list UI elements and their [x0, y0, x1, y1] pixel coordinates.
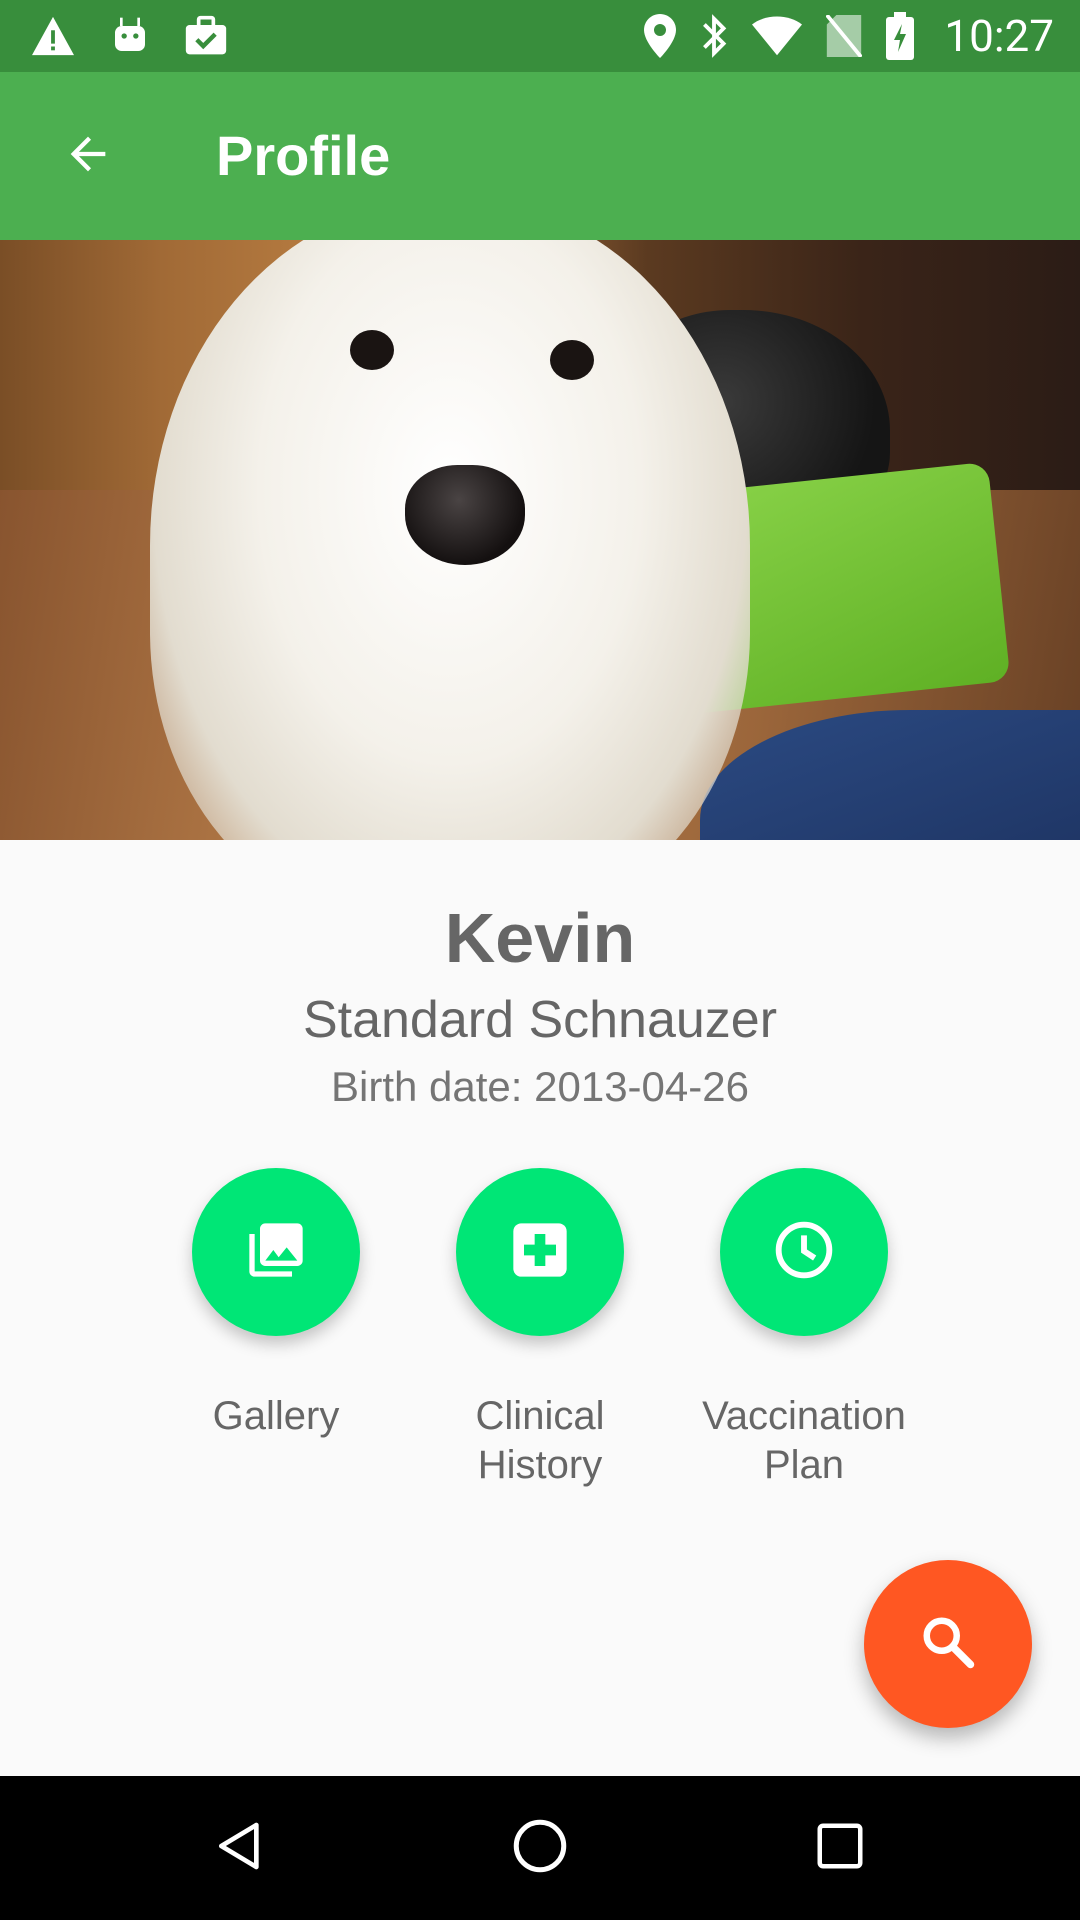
medical-cross-icon [508, 1218, 572, 1287]
status-bar: 10:27 [0, 0, 1080, 72]
status-right-icons: 10:27 [644, 0, 1054, 72]
pet-photo [0, 240, 1080, 840]
status-time: 10:27 [944, 10, 1054, 62]
vaccination-plan-action: Vaccination Plan [684, 1168, 924, 1490]
battery-charging-icon [886, 12, 915, 60]
no-sim-icon [826, 15, 863, 57]
android-icon [110, 16, 150, 56]
clock-icon [772, 1218, 836, 1287]
nav-home-button[interactable] [480, 1800, 600, 1896]
status-left-icons [30, 0, 228, 72]
vaccination-plan-label: Vaccination Plan [702, 1394, 906, 1487]
warning-icon [30, 15, 76, 57]
pet-breed: Standard Schnauzer [302, 991, 778, 1049]
page-title: Profile [216, 124, 391, 187]
nav-recents-button[interactable] [780, 1800, 900, 1896]
photo-library-icon [244, 1218, 308, 1287]
back-triangle-icon [212, 1818, 268, 1879]
clinical-history-label: Clinical History [475, 1394, 605, 1487]
pet-birth-date: Birth date: 2013-04-26 [331, 1063, 749, 1110]
search-fab[interactable] [864, 1560, 1032, 1728]
nav-back-button[interactable] [180, 1800, 300, 1896]
home-circle-icon [510, 1816, 570, 1881]
vaccination-plan-button[interactable] [720, 1168, 888, 1336]
bluetooth-icon [700, 13, 728, 59]
pet-name: Kevin [444, 899, 636, 977]
briefcase-check-icon [184, 15, 228, 57]
recents-square-icon [813, 1819, 867, 1878]
gallery-button[interactable] [192, 1168, 360, 1336]
gallery-label: Gallery [212, 1394, 340, 1438]
app-bar: Profile [0, 72, 1080, 240]
back-button[interactable] [40, 108, 136, 204]
clinical-history-button[interactable] [456, 1168, 624, 1336]
arrow-back-icon [62, 128, 114, 185]
navigation-bar [0, 1776, 1080, 1920]
clinical-history-action: Clinical History [420, 1168, 660, 1490]
search-icon [918, 1612, 978, 1677]
gallery-action: Gallery [156, 1168, 396, 1441]
wifi-icon [752, 16, 803, 56]
location-icon [644, 14, 677, 58]
